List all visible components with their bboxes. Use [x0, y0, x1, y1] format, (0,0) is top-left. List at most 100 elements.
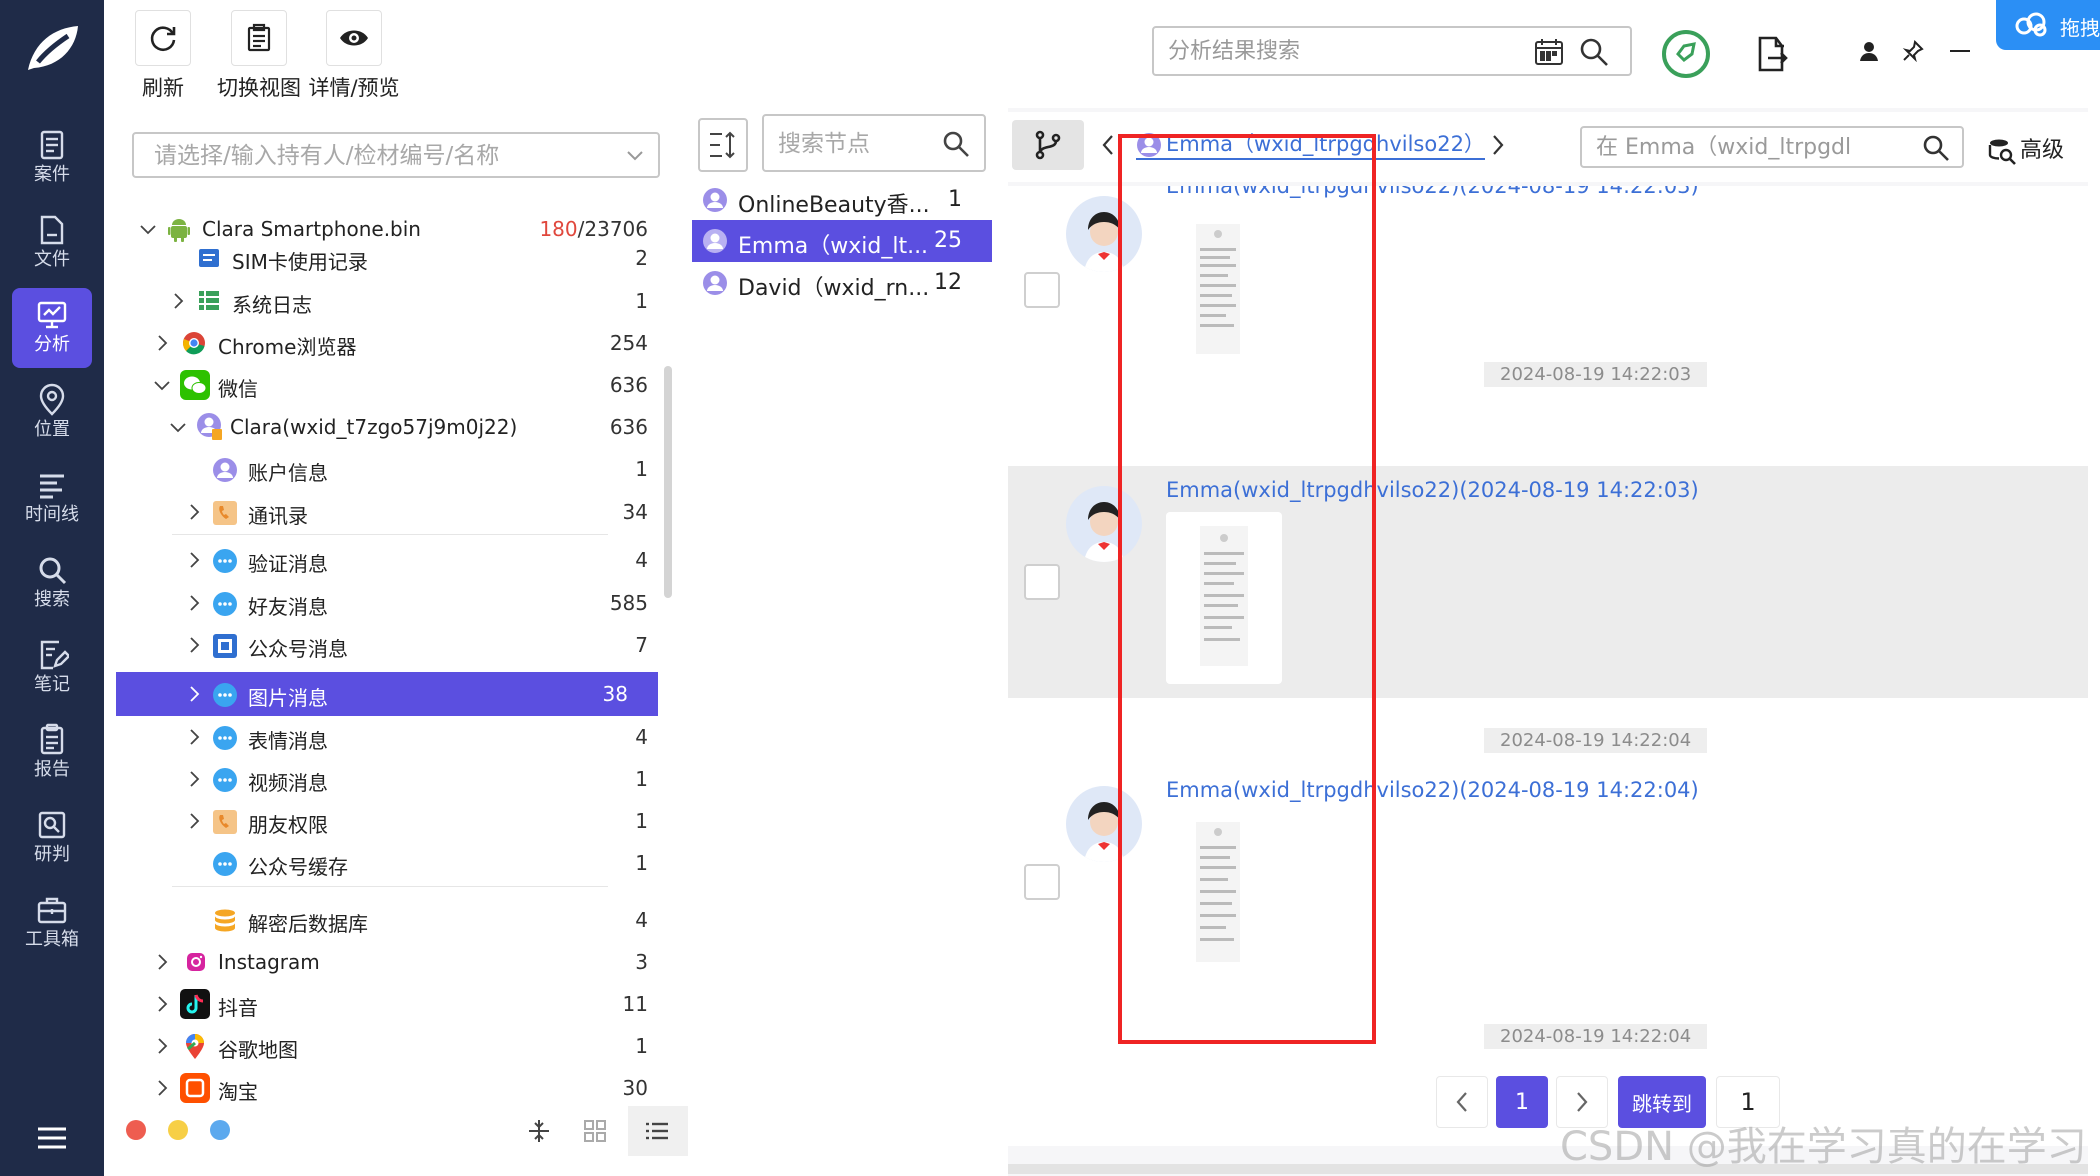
advanced-search-button[interactable]: 高级	[1988, 132, 2064, 165]
nav-item-file[interactable]: 文件	[12, 203, 92, 283]
chevron-left-icon[interactable]	[1100, 134, 1116, 156]
chevron-right-icon[interactable]	[1490, 134, 1506, 156]
tree-scrollbar[interactable]	[664, 366, 672, 598]
tree-row-douyin[interactable]: 抖音 11	[116, 983, 658, 1025]
node-search-input[interactable]	[778, 128, 938, 160]
chevron-right-icon[interactable]	[186, 504, 202, 520]
switch-view-button[interactable]: 切换视图	[214, 10, 304, 102]
tree-row-image-msg[interactable]: 图片消息 38	[116, 672, 658, 716]
refresh-button[interactable]: 刷新	[135, 10, 191, 102]
tree-row-taobao[interactable]: 淘宝 30	[116, 1067, 658, 1109]
search-icon[interactable]	[1922, 134, 1950, 162]
tree-row-official-msg[interactable]: 公众号消息 7	[116, 624, 658, 666]
search-icon[interactable]	[942, 130, 970, 158]
hamburger-menu-icon[interactable]	[36, 1126, 68, 1150]
image-thumbnail[interactable]	[1178, 214, 1258, 364]
tree-row-video-msg[interactable]: 视频消息 1	[116, 758, 658, 800]
node-item[interactable]: David（wxid_rn... 12	[692, 262, 992, 304]
export-icon[interactable]	[1756, 36, 1788, 72]
image-thumbnail[interactable]	[1178, 812, 1258, 972]
tree-row-official-cache[interactable]: 公众号缓存 1	[116, 842, 658, 884]
grid-view-icon[interactable]	[582, 1118, 608, 1144]
chevron-right-icon[interactable]	[154, 954, 170, 970]
tree-divider	[172, 534, 608, 535]
nav-item-report[interactable]: 报告	[12, 713, 92, 793]
nav-item-toolbox[interactable]: 工具箱	[12, 883, 92, 963]
chevron-right-icon[interactable]	[154, 996, 170, 1012]
chevron-down-icon[interactable]	[626, 146, 644, 164]
user-icon[interactable]	[1858, 40, 1880, 62]
collapse-icon[interactable]	[526, 1118, 552, 1144]
blue-dot-icon[interactable]	[210, 1120, 230, 1140]
details-preview-button[interactable]: 详情/预览	[304, 10, 404, 102]
tree-row-decrypted-db[interactable]: 解密后数据库 4	[116, 899, 658, 941]
analysis-search-input[interactable]	[1168, 34, 1508, 68]
chevron-right-icon[interactable]	[154, 1038, 170, 1054]
nav-item-case[interactable]: 案件	[12, 118, 92, 198]
breadcrumb-contact[interactable]: Emma（wxid_ltrpgdhvilso22）	[1136, 128, 1485, 160]
nav-item-timeline[interactable]: 时间线	[12, 458, 92, 538]
chevron-down-icon[interactable]	[140, 221, 156, 237]
tree-row-google-maps[interactable]: 谷歌地图 1	[116, 1025, 658, 1067]
tree-row-friend-perm[interactable]: 朋友权限 1	[116, 800, 658, 842]
list-view-button[interactable]	[628, 1106, 688, 1156]
tree-row-friend-msg[interactable]: 好友消息 585	[116, 582, 658, 624]
tree-row-syslog[interactable]: 系统日志 1	[116, 280, 658, 322]
image-thumbnail[interactable]	[1166, 512, 1282, 684]
cloud-drag-badge[interactable]: 拖拽	[1996, 0, 2100, 50]
chevron-right-icon[interactable]	[154, 1080, 170, 1096]
device-name: Clara Smartphone.bin	[202, 217, 421, 241]
chevron-right-icon[interactable]	[186, 686, 202, 702]
chevron-right-icon[interactable]	[186, 729, 202, 745]
node-label: David（wxid_rn...	[738, 276, 930, 301]
chevron-down-icon[interactable]	[154, 377, 170, 393]
chevron-right-icon[interactable]	[154, 335, 170, 351]
node-item[interactable]: OnlineBeauty香... 1	[692, 179, 992, 221]
holder-search-select[interactable]	[132, 132, 660, 178]
tree-row-chrome[interactable]: Chrome浏览器 254	[116, 322, 658, 364]
chevron-right-icon[interactable]	[186, 637, 202, 653]
pin-icon[interactable]	[1902, 40, 1924, 62]
tree-row-instagram[interactable]: Instagram 3	[116, 941, 658, 983]
analysis-search-box[interactable]	[1152, 26, 1632, 76]
in-contact-search-input[interactable]	[1596, 132, 1896, 162]
chevron-right-icon[interactable]	[186, 552, 202, 568]
tree-row-account-info[interactable]: 账户信息 1	[116, 448, 658, 490]
tree-row-verify-msg[interactable]: 验证消息 4	[116, 539, 658, 581]
tree-row-sim[interactable]: SIM卡使用记录 2	[116, 239, 658, 281]
calendar-icon[interactable]	[1534, 38, 1564, 66]
yellow-dot-icon[interactable]	[168, 1120, 188, 1140]
message-checkbox[interactable]	[1024, 864, 1060, 900]
node-search-box[interactable]	[762, 114, 986, 172]
nav-item-location[interactable]: 位置	[12, 373, 92, 453]
nav-item-analysis[interactable]: 分析	[12, 288, 92, 368]
in-contact-search-box[interactable]	[1580, 126, 1964, 168]
search-icon[interactable]	[1578, 36, 1610, 68]
tree-row-wechat[interactable]: 微信 636	[116, 364, 658, 406]
tree-row-contacts[interactable]: 通讯录 34	[116, 491, 658, 533]
chevron-right-icon[interactable]	[170, 293, 186, 309]
chevron-right-icon[interactable]	[186, 595, 202, 611]
chevron-down-icon[interactable]	[170, 419, 186, 435]
message-sender[interactable]: Emma(wxid_ltrpgdhvilso22)(2024-08-19 14:…	[1166, 186, 1699, 198]
holder-search-input[interactable]	[154, 140, 614, 172]
page-button-current[interactable]: 1	[1496, 1076, 1548, 1128]
prev-page-button[interactable]	[1436, 1076, 1488, 1128]
node-item[interactable]: Emma（wxid_lt... 25	[692, 220, 992, 262]
tree-row-wechat-account[interactable]: Clara(wxid_t7zgo57j9m0j22) 636	[116, 406, 658, 448]
shield-status-icon[interactable]	[1660, 28, 1712, 80]
nav-item-note[interactable]: 笔记	[12, 628, 92, 708]
sort-button[interactable]	[698, 118, 748, 172]
red-dot-icon[interactable]	[126, 1120, 146, 1140]
minimize-icon[interactable]	[1950, 50, 1970, 54]
nav-item-search[interactable]: 搜索	[12, 543, 92, 623]
chevron-right-icon[interactable]	[186, 771, 202, 787]
nav-item-judgement[interactable]: 研判	[12, 798, 92, 878]
branch-toggle-button[interactable]	[1012, 120, 1084, 170]
message-sender[interactable]: Emma(wxid_ltrpgdhvilso22)(2024-08-19 14:…	[1166, 778, 1699, 802]
tree-row-sticker-msg[interactable]: 表情消息 4	[116, 716, 658, 758]
chevron-right-icon[interactable]	[186, 813, 202, 829]
message-checkbox[interactable]	[1024, 564, 1060, 600]
message-checkbox[interactable]	[1024, 272, 1060, 308]
message-sender[interactable]: Emma(wxid_ltrpgdhvilso22)(2024-08-19 14:…	[1166, 478, 1699, 502]
